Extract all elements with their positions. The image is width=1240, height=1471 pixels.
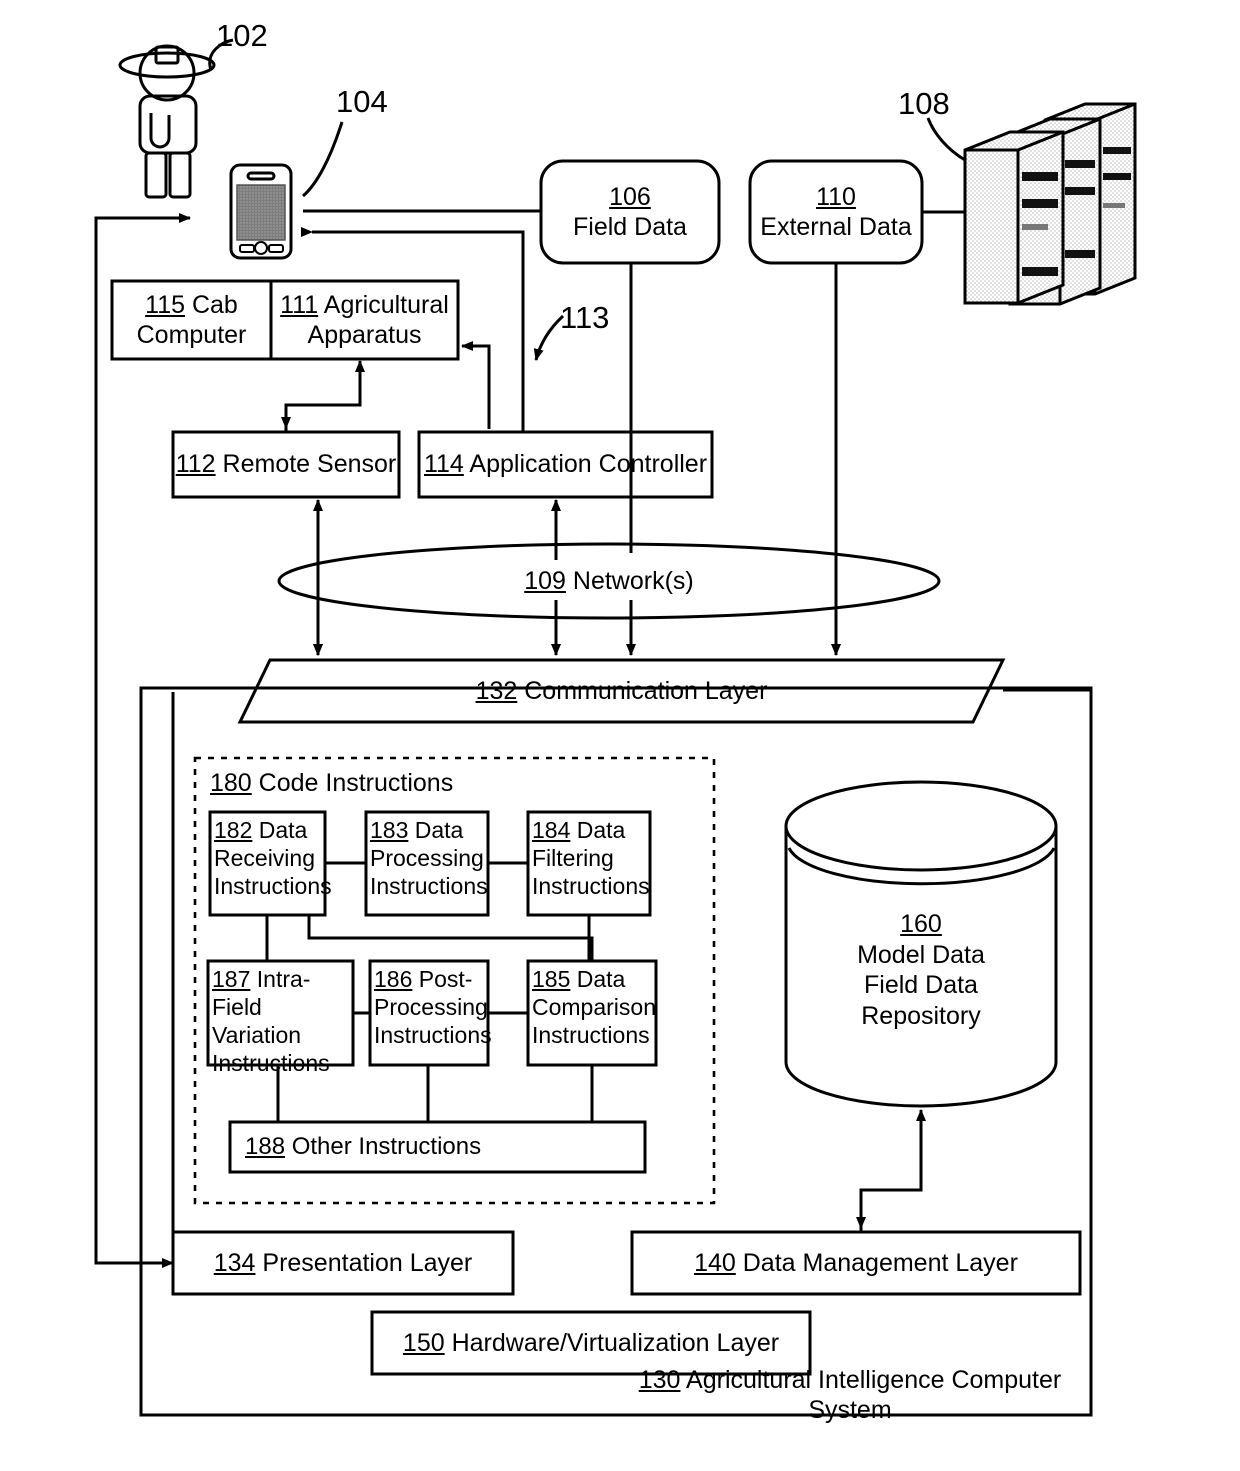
box-186-line3: Instructions bbox=[374, 1022, 492, 1049]
agricultural-apparatus-label: Agricultural bbox=[323, 290, 449, 319]
box-183-line2: Processing bbox=[370, 845, 484, 872]
data-filtering-instructions-box: 184 Data Filtering Instructions bbox=[532, 816, 656, 915]
cab-computer-label: Cab bbox=[191, 290, 238, 319]
callout-104: 104 bbox=[336, 84, 388, 119]
box-183-line1: Data bbox=[414, 817, 464, 843]
box-182-line3: Instructions bbox=[214, 873, 332, 900]
data-comparison-instructions-box: 185 Data Comparison Instructions bbox=[532, 965, 662, 1065]
network-ellipse: 109 Network(s) bbox=[279, 554, 939, 608]
code-instructions-label: Code Instructions bbox=[258, 769, 454, 797]
repository-box: 160 Model Data Field Data Repository bbox=[796, 890, 1046, 1050]
presentation-layer-box: 134 Presentation Layer bbox=[173, 1232, 513, 1294]
repository-line2: Field Data bbox=[864, 971, 978, 999]
network-label: Network(s) bbox=[572, 566, 694, 595]
box-187-line2: Variation bbox=[212, 1022, 302, 1049]
box-185-line1: Data bbox=[576, 966, 626, 992]
box-182-line2: Receiving bbox=[214, 845, 315, 872]
server-stack-shape bbox=[963, 102, 1137, 306]
box-184-line1: Data bbox=[576, 817, 626, 843]
data-management-layer-label: Data Management Layer bbox=[742, 1248, 1018, 1277]
communication-layer: 132 Communication Layer bbox=[270, 662, 973, 720]
box-182-line1: Data bbox=[258, 817, 308, 843]
field-data-label: Field Data bbox=[573, 213, 687, 241]
box-184-line3: Instructions bbox=[532, 873, 650, 900]
box-186-line1: Post- bbox=[418, 966, 473, 992]
box-185-line3: Instructions bbox=[532, 1022, 650, 1049]
intra-field-variation-instructions-box: 187 Intra-Field Variation Instructions bbox=[212, 965, 360, 1076]
field-data-box: 106 Field Data bbox=[541, 161, 719, 263]
presentation-layer-ref: 134 bbox=[213, 1248, 256, 1277]
box-184-ref: 184 bbox=[532, 817, 571, 843]
presentation-layer-label: Presentation Layer bbox=[262, 1248, 473, 1277]
communication-layer-label: Communication Layer bbox=[524, 676, 768, 705]
network-ref: 109 bbox=[524, 566, 566, 595]
farmer-icon-shape bbox=[118, 44, 216, 199]
data-management-layer-box: 140 Data Management Layer bbox=[632, 1232, 1080, 1294]
cab-computer-ref: 115 bbox=[145, 290, 185, 319]
box-185-line2: Comparison bbox=[532, 994, 656, 1021]
box-184-line2: Filtering bbox=[532, 845, 614, 872]
agricultural-apparatus-box: 111 Agricultural Apparatus bbox=[271, 281, 458, 359]
code-instructions-ref: 180 bbox=[210, 769, 252, 797]
external-data-box: 110 External Data bbox=[750, 161, 922, 263]
hardware-virtualization-layer-label: Hardware/Virtualization Layer bbox=[451, 1328, 780, 1357]
system-frame-title: Agricultural Intelligence Computer Syste… bbox=[686, 1365, 1062, 1425]
remote-sensor-ref: 112 bbox=[175, 450, 216, 479]
remote-sensor-box: 112 Remote Sensor bbox=[173, 432, 399, 497]
callout-102: 102 bbox=[216, 18, 268, 53]
data-receiving-instructions-box: 182 Data Receiving Instructions bbox=[214, 816, 332, 915]
patent-figure-canvas: 102 104 108 113 106 Field Data 110 Exter… bbox=[0, 0, 1240, 1471]
data-management-layer-ref: 140 bbox=[694, 1248, 736, 1277]
application-controller-label: Application Controller bbox=[469, 450, 708, 479]
external-data-ref: 110 bbox=[816, 182, 856, 211]
callout-113: 113 bbox=[560, 300, 610, 335]
external-data-label: External Data bbox=[760, 213, 912, 241]
mobile-device-shape bbox=[229, 163, 293, 260]
box-188-line1: Other Instructions bbox=[285, 1133, 482, 1161]
post-processing-instructions-box: 186 Post- Processing Instructions bbox=[374, 965, 494, 1065]
cab-computer-box: 115 Cab Computer bbox=[112, 281, 271, 359]
box-183-line3: Instructions bbox=[370, 873, 488, 900]
callout-108: 108 bbox=[898, 86, 950, 121]
box-183-ref: 183 bbox=[370, 817, 409, 843]
box-187-line3: Instructions bbox=[212, 1050, 330, 1077]
hardware-virtualization-layer-ref: 150 bbox=[402, 1328, 445, 1357]
agricultural-apparatus-label2: Apparatus bbox=[307, 321, 422, 349]
agricultural-apparatus-ref: 111 bbox=[280, 290, 319, 319]
remote-sensor-label: Remote Sensor bbox=[222, 450, 397, 479]
system-frame-label: 130 Agricultural Intelligence Computer S… bbox=[610, 1366, 1090, 1425]
communication-layer-ref: 132 bbox=[475, 676, 518, 705]
cab-computer-label2: Computer bbox=[136, 321, 247, 349]
box-182-ref: 182 bbox=[214, 817, 253, 843]
application-controller-box: 114 Application Controller bbox=[419, 432, 712, 497]
box-188-ref: 188 bbox=[245, 1133, 286, 1161]
application-controller-ref: 114 bbox=[423, 450, 464, 479]
repository-ref: 160 bbox=[900, 910, 942, 938]
code-instructions-title: 180 Code Instructions bbox=[210, 768, 610, 802]
data-processing-instructions-box: 183 Data Processing Instructions bbox=[370, 816, 494, 915]
box-186-ref: 186 bbox=[374, 966, 413, 992]
repository-line3: Repository bbox=[861, 1001, 981, 1030]
system-frame-ref: 130 bbox=[638, 1365, 681, 1394]
field-data-ref: 106 bbox=[609, 182, 651, 211]
box-186-line2: Processing bbox=[374, 994, 488, 1021]
box-187-ref: 187 bbox=[212, 966, 251, 992]
box-185-ref: 185 bbox=[532, 966, 571, 992]
other-instructions-box: 188 Other Instructions bbox=[245, 1122, 635, 1172]
repository-line1: Model Data bbox=[857, 940, 985, 969]
